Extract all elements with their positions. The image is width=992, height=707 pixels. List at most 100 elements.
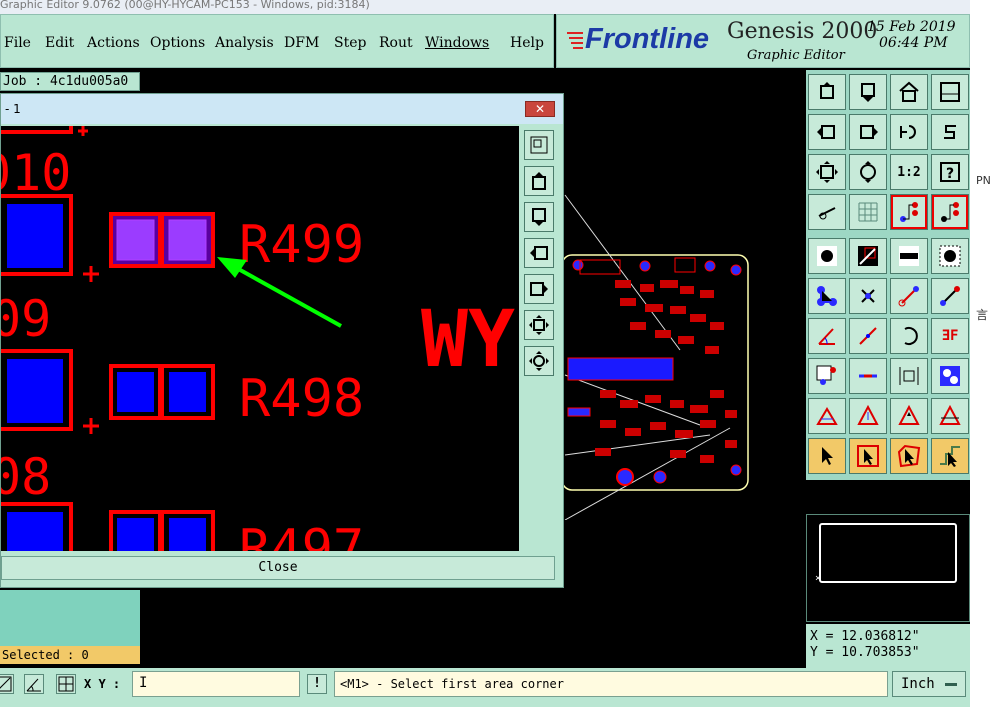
window-split-icon[interactable] [931, 74, 969, 110]
snap-diagonal-icon[interactable] [0, 674, 14, 694]
add-line-icon[interactable] [849, 238, 887, 274]
snap-angle-icon[interactable] [24, 674, 44, 694]
units-selector[interactable]: Inch [892, 671, 966, 697]
grid-icon[interactable] [849, 194, 887, 230]
pad-dimension-icon[interactable] [890, 358, 928, 394]
background-window-text: PN [976, 174, 991, 187]
zoom-fit-icon[interactable] [808, 154, 846, 190]
select-polygon-icon[interactable] [890, 438, 928, 474]
pad-snap-icon[interactable] [808, 358, 846, 394]
move-up-icon[interactable] [808, 74, 846, 110]
measure-icon[interactable] [808, 194, 846, 230]
arc-icon[interactable] [890, 318, 928, 354]
dialog-title-bar[interactable]: - 1 [1, 94, 563, 124]
pad-blue [7, 359, 63, 423]
move-right-icon[interactable] [849, 114, 887, 150]
dialog-close-icon[interactable]: ✕ [525, 101, 555, 117]
move-left-icon[interactable] [808, 114, 846, 150]
pan-left-icon[interactable] [524, 238, 554, 268]
window-title: Graphic Editor 9.0762 (00@HY-HYCAM-PC153… [0, 0, 370, 11]
pan-down-icon[interactable] [524, 202, 554, 232]
r498-pad-left [117, 372, 154, 412]
select-area-icon[interactable] [849, 438, 887, 474]
triangle-up-icon[interactable] [849, 398, 887, 434]
alert-icon[interactable]: ! [307, 674, 327, 694]
y-coordinate: Y = 10.703853" [810, 645, 920, 660]
r497-pad-left [117, 518, 154, 551]
pad-blue [7, 204, 63, 268]
background-window-glyph: 言 [976, 308, 989, 322]
menu-actions[interactable]: Actions [87, 35, 140, 51]
triangle-arrow-icon[interactable] [890, 398, 928, 434]
line-width-icon[interactable] [849, 358, 887, 394]
pan-up-icon[interactable] [524, 166, 554, 196]
date-display: 15 Feb 2019 [867, 19, 956, 35]
triangle-split-icon[interactable] [931, 398, 969, 434]
connect-points-icon[interactable] [808, 278, 846, 314]
dialog-canvas[interactable]: 010 R499 09 R498 08 R497 WY [1, 126, 519, 551]
svg-text:?: ? [946, 166, 954, 182]
time-display: 06:44 PM [879, 35, 948, 51]
xy-label: X Y : [84, 677, 121, 691]
ruler-icon[interactable] [890, 238, 928, 274]
selected-count: Selected : 0 [0, 646, 140, 664]
menu-edit[interactable]: Edit [45, 35, 74, 51]
label-010: 010 [1, 144, 71, 202]
line-to-pad-icon[interactable] [890, 278, 928, 314]
triangle-icon[interactable] [808, 398, 846, 434]
component-outline [1, 126, 73, 134]
tool-panel: 1:2 ? ƎF [806, 70, 970, 480]
pad-array-icon[interactable] [931, 358, 969, 394]
label-09: 09 [1, 290, 51, 348]
zoom-one-to-two-icon[interactable]: 1:2 [890, 154, 928, 190]
menu-dfm[interactable]: DFM [284, 35, 319, 51]
zoom-out-icon[interactable] [524, 310, 554, 340]
diagonal-line-icon[interactable] [849, 318, 887, 354]
undo-zoom-icon[interactable] [890, 114, 928, 150]
select-net-icon[interactable] [931, 438, 969, 474]
menu-analysis[interactable]: Analysis [215, 35, 274, 51]
help-icon[interactable]: ? [931, 154, 969, 190]
redraw-icon[interactable] [931, 114, 969, 150]
brand-panel: Frontline Genesis 2000 Graphic Editor 15… [556, 14, 970, 68]
menu-help[interactable]: Help [510, 35, 544, 51]
snap-grid-icon[interactable] [56, 674, 76, 694]
menu-file[interactable]: File [4, 35, 31, 51]
dropdown-icon [945, 683, 957, 686]
menu-bar: File Edit Actions Options Analysis DFM S… [0, 14, 554, 68]
board-view[interactable] [560, 180, 805, 520]
angle-line-icon[interactable] [808, 318, 846, 354]
dialog-title: - 1 [5, 102, 21, 116]
zoom-in-icon[interactable] [524, 346, 554, 376]
home-icon[interactable] [890, 74, 928, 110]
net-highlight-icon[interactable] [890, 194, 928, 230]
pad-to-line-icon[interactable] [931, 278, 969, 314]
text-cursor-icon: I [139, 675, 148, 691]
pan-right-icon[interactable] [524, 274, 554, 304]
x-coordinate: X = 12.036812" [810, 629, 920, 644]
select-cursor-icon[interactable] [808, 438, 846, 474]
status-message: <M1> - Select first area corner [334, 671, 888, 697]
zoom-dialog: - 1 ✕ 10 R499 09 R498 08 R497 WY Close [0, 93, 564, 588]
zoom-in-icon[interactable] [849, 154, 887, 190]
r499-pad-right [168, 219, 207, 261]
mirror-text-icon[interactable]: ƎF [931, 318, 969, 354]
close-button[interactable]: Close [1, 556, 555, 580]
background-window: PN 言 [970, 0, 992, 707]
job-label: Job : 4c1du005a0 [0, 72, 140, 91]
cross-delete-icon[interactable] [849, 278, 887, 314]
menu-windows[interactable]: Windows [425, 35, 489, 51]
zoom-window-icon[interactable] [524, 130, 554, 160]
menu-step[interactable]: Step [334, 35, 366, 51]
add-pad-icon[interactable] [808, 238, 846, 274]
pad-blue [7, 512, 63, 551]
menu-options[interactable]: Options [150, 35, 205, 51]
menu-rout[interactable]: Rout [379, 35, 413, 51]
coordinate-readout: X = 12.036812" Y = 10.703853" [806, 624, 970, 668]
brand-logo: Frontline [585, 23, 710, 55]
xy-input[interactable]: I [132, 671, 300, 697]
add-surface-icon[interactable] [931, 238, 969, 274]
move-down-icon[interactable] [849, 74, 887, 110]
overview-map[interactable]: × [806, 514, 970, 622]
net-select-icon[interactable] [931, 194, 969, 230]
